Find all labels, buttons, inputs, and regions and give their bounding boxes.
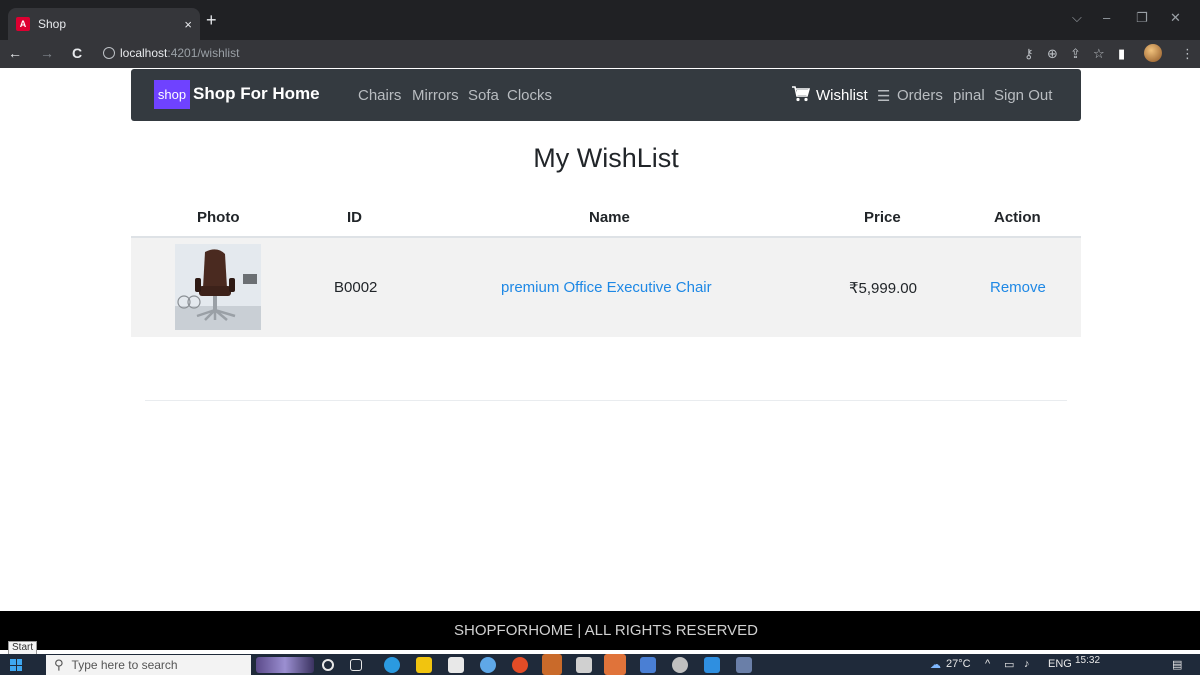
back-icon[interactable]: ← <box>8 45 22 61</box>
tab-close-icon[interactable]: × <box>184 17 192 32</box>
restore-icon[interactable]: ❐ <box>1136 10 1148 26</box>
volume-icon[interactable]: ♪ <box>1024 658 1030 670</box>
nav-link-chairs[interactable]: Chairs <box>358 87 401 104</box>
list-icon: ☰ <box>877 88 891 105</box>
minimize-icon[interactable]: – <box>1103 10 1110 25</box>
taskbar-search-input[interactable]: ⚲ Type here to search <box>46 655 251 675</box>
column-header-action: Action <box>994 209 1041 226</box>
side-panel-icon[interactable]: ▮ <box>1118 46 1125 62</box>
app-icon-1[interactable] <box>480 657 496 673</box>
file-explorer-icon[interactable] <box>416 657 432 673</box>
new-tab-icon[interactable]: + <box>206 11 217 29</box>
nav-link-clocks[interactable]: Clocks <box>507 87 552 104</box>
angular-favicon-icon: A <box>16 17 30 31</box>
share-icon[interactable]: ⇪ <box>1070 46 1081 62</box>
app-icon-5[interactable] <box>736 657 752 673</box>
windows-start-icon[interactable] <box>10 659 22 671</box>
weather-icon: ☁ <box>930 659 941 671</box>
search-icon: ⚲ <box>54 657 64 672</box>
browser-tab-bar: A Shop × + ⌵ – ❐ ✕ <box>0 0 1200 40</box>
zoom-icon[interactable]: ⊕ <box>1047 46 1058 62</box>
shop-logo[interactable]: shop <box>154 80 190 109</box>
nav-link-mirrors[interactable]: Mirrors <box>412 87 459 104</box>
column-header-photo: Photo <box>197 209 240 226</box>
column-header-id: ID <box>347 209 362 226</box>
cortana-icon[interactable] <box>322 659 334 671</box>
task-view-icon[interactable] <box>350 659 362 671</box>
key-icon[interactable]: ⚷ <box>1024 46 1034 62</box>
store-icon[interactable] <box>448 657 464 673</box>
news-widget-icon[interactable] <box>256 657 314 673</box>
browser-tab[interactable]: A Shop × <box>8 8 200 40</box>
settings-icon[interactable] <box>672 657 688 673</box>
site-info-icon[interactable] <box>103 47 115 59</box>
nav-link-orders[interactable]: Orders <box>897 87 943 104</box>
profile-avatar[interactable] <box>1144 44 1162 62</box>
product-name-link[interactable]: premium Office Executive Chair <box>501 279 712 296</box>
column-header-name: Name <box>589 209 630 226</box>
nav-link-sofa[interactable]: Sofa <box>468 87 499 104</box>
remove-button[interactable]: Remove <box>990 279 1046 296</box>
row-price: ₹5,999.00 <box>849 280 917 297</box>
tray-chevron-icon[interactable]: ^ <box>985 658 990 670</box>
chrome-icon[interactable] <box>542 654 562 675</box>
tab-title: Shop <box>38 17 67 31</box>
nav-user-name[interactable]: pinal <box>953 87 985 104</box>
app-navbar: shop Shop For Home Chairs Mirrors Sofa C… <box>131 69 1081 121</box>
taskbar-search-placeholder: Type here to search <box>71 658 178 672</box>
vscode-icon[interactable] <box>704 657 720 673</box>
content-divider <box>145 400 1067 401</box>
network-icon[interactable]: ▭ <box>1004 658 1014 671</box>
office-chair-image <box>175 244 261 330</box>
url-host: localhost <box>120 46 168 60</box>
language-indicator[interactable]: ENG <box>1048 658 1072 670</box>
reload-icon[interactable]: C <box>72 45 82 61</box>
window-app-icon[interactable] <box>576 657 592 673</box>
start-tooltip: Start <box>8 641 38 655</box>
tab-search-icon[interactable]: ⌵ <box>1072 10 1082 26</box>
forward-icon[interactable]: → <box>40 45 54 61</box>
cart-icon <box>792 86 810 102</box>
bookmark-star-icon[interactable]: ☆ <box>1093 46 1105 62</box>
page-footer: SHOPFORHOME | ALL RIGHTS RESERVED <box>0 611 1200 650</box>
weather-temp[interactable]: 27°C <box>946 658 971 670</box>
edge-icon[interactable] <box>384 657 400 673</box>
address-bar[interactable]: localhost:4201/wishlist <box>120 46 239 60</box>
browser-menu-icon[interactable]: ⋮ <box>1181 46 1194 62</box>
app-icon-2[interactable] <box>512 657 528 673</box>
column-header-price: Price <box>864 209 901 226</box>
app-icon-4[interactable] <box>640 657 656 673</box>
row-id: B0002 <box>334 279 378 296</box>
page-title: My WishList <box>533 143 679 173</box>
clock-time[interactable]: 15:32 <box>1075 655 1100 666</box>
nav-link-sign-out[interactable]: Sign Out <box>994 87 1052 104</box>
product-photo <box>175 244 261 330</box>
brand-link[interactable]: Shop For Home <box>193 84 320 104</box>
notifications-icon[interactable]: ▤ <box>1172 658 1182 671</box>
url-path: :4201/wishlist <box>167 46 240 60</box>
nav-link-wishlist[interactable]: Wishlist <box>816 87 868 104</box>
browser-toolbar: ← → C localhost:4201/wishlist ⚷ ⊕ ⇪ ☆ ▮ … <box>0 40 1200 68</box>
footer-text: SHOPFORHOME | ALL RIGHTS RESERVED <box>454 622 758 639</box>
close-window-icon[interactable]: ✕ <box>1170 10 1181 26</box>
app-icon-3[interactable] <box>604 654 626 675</box>
